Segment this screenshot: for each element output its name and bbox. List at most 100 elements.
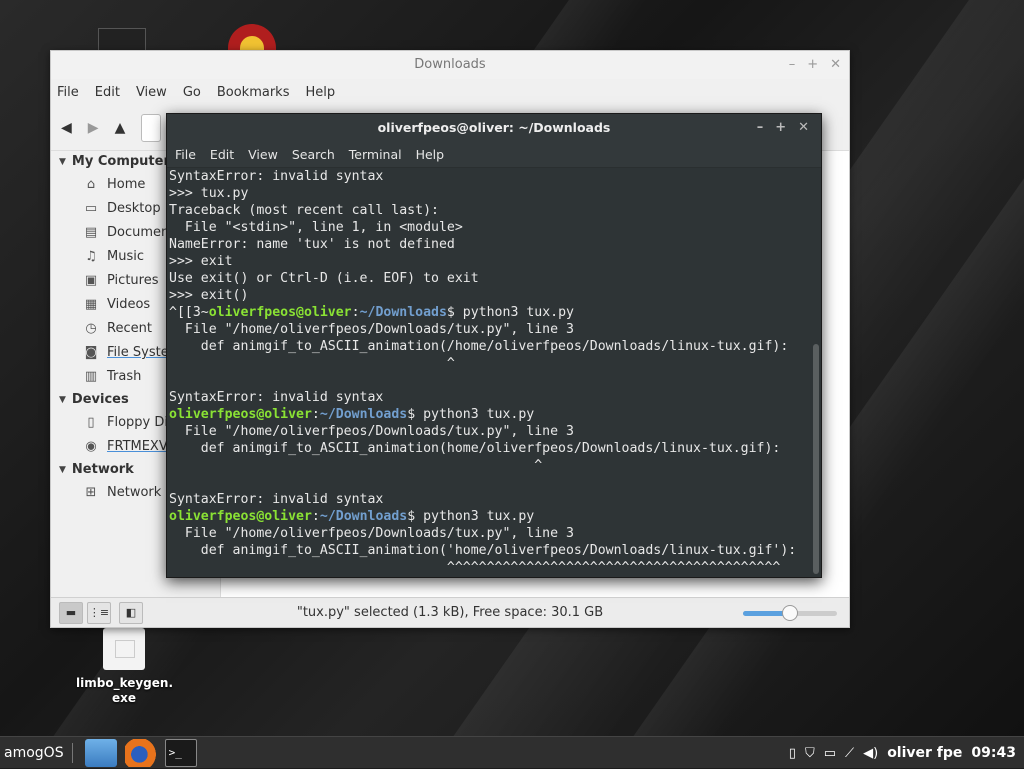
terminal-line: Traceback (most recent call last): [169, 203, 439, 218]
terminal-launcher-icon[interactable]: >_ [164, 738, 197, 767]
expander-icon: ▼ [59, 157, 66, 167]
desktop-icon: ▭ [84, 201, 98, 216]
terminal-line: >>> exit() [169, 288, 249, 303]
prompt-command: $ python3 tux.py [407, 509, 535, 524]
sidebar-item-label: Document [107, 225, 175, 240]
volume-icon[interactable]: ◀) [863, 746, 878, 761]
terminal-line: File "/home/oliverfpeos/Downloads/tux.py… [169, 322, 574, 337]
window-title: Downloads [414, 57, 486, 72]
trash-icon: ▥ [84, 369, 98, 384]
menu-help[interactable]: Help [416, 147, 445, 162]
location-bar[interactable] [141, 113, 162, 142]
executable-file-icon [103, 628, 145, 670]
close-icon[interactable]: ✕ [830, 51, 841, 79]
prompt-user: oliverfpeos@oliver [169, 509, 312, 524]
maximize-icon[interactable]: + [807, 51, 818, 79]
files-launcher-icon[interactable] [84, 738, 117, 767]
file-manager-titlebar[interactable]: Downloads – + ✕ [51, 51, 849, 79]
maximize-icon[interactable]: + [775, 114, 786, 142]
terminal-line: oliverfpeos@oliver:~/Downloads$ python3 … [169, 406, 807, 423]
forward-icon[interactable]: ▶ [88, 120, 99, 136]
minimize-icon[interactable]: – [757, 114, 764, 142]
sidebar-item-label: Recent [107, 321, 152, 336]
terminal-titlebar[interactable]: oliverfpeos@oliver: ~/Downloads – + ✕ [167, 114, 821, 142]
prompt-path: ~/Downloads [359, 305, 447, 320]
terminal-line: ^[[3~oliverfpeos@oliver:~/Downloads$ pyt… [169, 304, 807, 321]
prompt-path: ~/Downloads [319, 407, 408, 422]
terminal-line: File "/home/oliverfpeos/Downloads/tux.py… [169, 526, 574, 541]
menu-file[interactable]: File [175, 147, 196, 162]
back-icon[interactable]: ◀ [61, 120, 72, 136]
sidebar-item-label: Desktop [107, 201, 161, 216]
shield-icon[interactable]: ⛉ [805, 746, 815, 761]
menu-edit[interactable]: Edit [95, 85, 120, 100]
disc-icon: ◉ [85, 439, 97, 454]
terminal-output[interactable]: SyntaxError: invalid syntax >>> tux.py Tra… [169, 168, 807, 577]
system-tray: ▯ ⛉ ▭ ⟋ ◀) oliver fpe 09:43 [789, 737, 1016, 769]
menu-go[interactable]: Go [183, 85, 201, 100]
minimize-icon[interactable]: – [789, 51, 796, 79]
prompt-separator: : [351, 305, 360, 320]
tray-user[interactable]: oliver fpe [887, 745, 962, 761]
terminal-line: ^^^^^^^^^^^^^^^^^^^^^^^^^^^^^^^^^^^^^^^^… [169, 560, 781, 575]
zoom-slider[interactable] [743, 605, 837, 621]
terminal-window: oliverfpeos@oliver: ~/Downloads – + ✕ Fi… [166, 113, 822, 578]
sidebar-item-label: Music [107, 249, 144, 264]
section-label: My Computer [71, 154, 170, 169]
firefox-launcher-icon[interactable] [124, 738, 157, 767]
file-manager-statusbar: ▬ ⋮≡ ◧ "tux.py" selected (1.3 kB), Free … [51, 597, 849, 627]
terminal-scrollbar[interactable] [813, 344, 819, 574]
desktop-file-limbo-keygen[interactable]: limbo_keygen. exe [76, 628, 173, 706]
terminal-line: def animgif_to_ASCII_animation('home/oli… [169, 543, 797, 558]
taskbar-separator [71, 742, 73, 763]
prompt-user: oliverfpeos@oliver [208, 305, 352, 320]
menu-bookmarks[interactable]: Bookmarks [217, 85, 290, 100]
music-icon: ♫ [85, 249, 97, 264]
terminal-menubar: File Edit View Search Terminal Help [167, 142, 821, 168]
pictures-icon: ▣ [84, 273, 98, 288]
sidebar-item-label: Videos [107, 297, 151, 312]
terminal-line: SyntaxError: invalid syntax [169, 492, 384, 507]
menu-view[interactable]: View [248, 147, 278, 162]
menu-view[interactable]: View [136, 85, 167, 100]
close-icon[interactable]: ✕ [798, 114, 809, 142]
sidebar-item-label: Floppy Dis [107, 415, 175, 430]
clock[interactable]: 09:43 [971, 745, 1016, 761]
terminal-line: Use exit() or Ctrl-D (i.e. EOF) to exit [169, 271, 479, 286]
places-toggle-button[interactable]: ▬ [59, 601, 83, 624]
terminal-line: >>> tux.py [169, 186, 249, 201]
start-menu-button[interactable]: amogOS [0, 745, 70, 761]
network-icon: ⊞ [85, 485, 97, 500]
display-icon[interactable]: ▭ [824, 746, 836, 761]
sidebar-item-label: Trash [107, 369, 142, 384]
videos-icon: ▦ [84, 297, 98, 312]
up-icon[interactable]: ▲ [115, 120, 126, 136]
terminal-line: SyntaxError: invalid syntax [169, 390, 384, 405]
expander-icon: ▼ [59, 395, 66, 405]
status-text: "tux.py" selected (1.3 kB), Free space: … [296, 605, 604, 620]
prompt-command: $ python3 tux.py [446, 305, 574, 320]
sidebar-item-label: Pictures [107, 273, 159, 288]
terminal-line: >>> exit [169, 254, 233, 269]
desktop-app-icon[interactable] [98, 28, 146, 52]
terminal-line: oliverfpeos@oliver:~/Downloads$ python3 … [169, 508, 807, 525]
sidebar-item-label: Network [107, 485, 162, 500]
clipboard-icon[interactable]: ▯ [789, 746, 796, 761]
menu-file[interactable]: File [57, 85, 79, 100]
prompt-separator: : [311, 407, 320, 422]
tree-toggle-button[interactable]: ⋮≡ [87, 601, 111, 624]
network-tray-icon[interactable]: ⟋ [845, 746, 854, 761]
zoom-slider-handle[interactable] [782, 605, 798, 621]
menu-terminal[interactable]: Terminal [349, 147, 402, 162]
menu-search[interactable]: Search [292, 147, 335, 162]
prompt-separator: : [311, 509, 320, 524]
escape-sequence: ^[[3~ [169, 305, 209, 320]
sidebar-item-label: Home [107, 177, 146, 192]
terminal-line: NameError: name 'tux' is not defined [169, 237, 455, 252]
menu-help[interactable]: Help [305, 85, 335, 100]
menu-edit[interactable]: Edit [210, 147, 234, 162]
sidebar-toggle-button[interactable]: ◧ [119, 601, 143, 624]
window-title: oliverfpeos@oliver: ~/Downloads [377, 120, 611, 135]
